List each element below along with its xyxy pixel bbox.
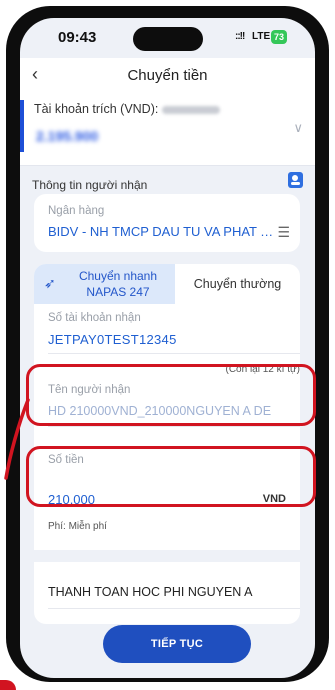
annotation-arrow: [4, 398, 30, 480]
stage: 09:43 ::!! LTE 73 ‹ Chuyển tiền Tài khoả…: [0, 0, 335, 690]
